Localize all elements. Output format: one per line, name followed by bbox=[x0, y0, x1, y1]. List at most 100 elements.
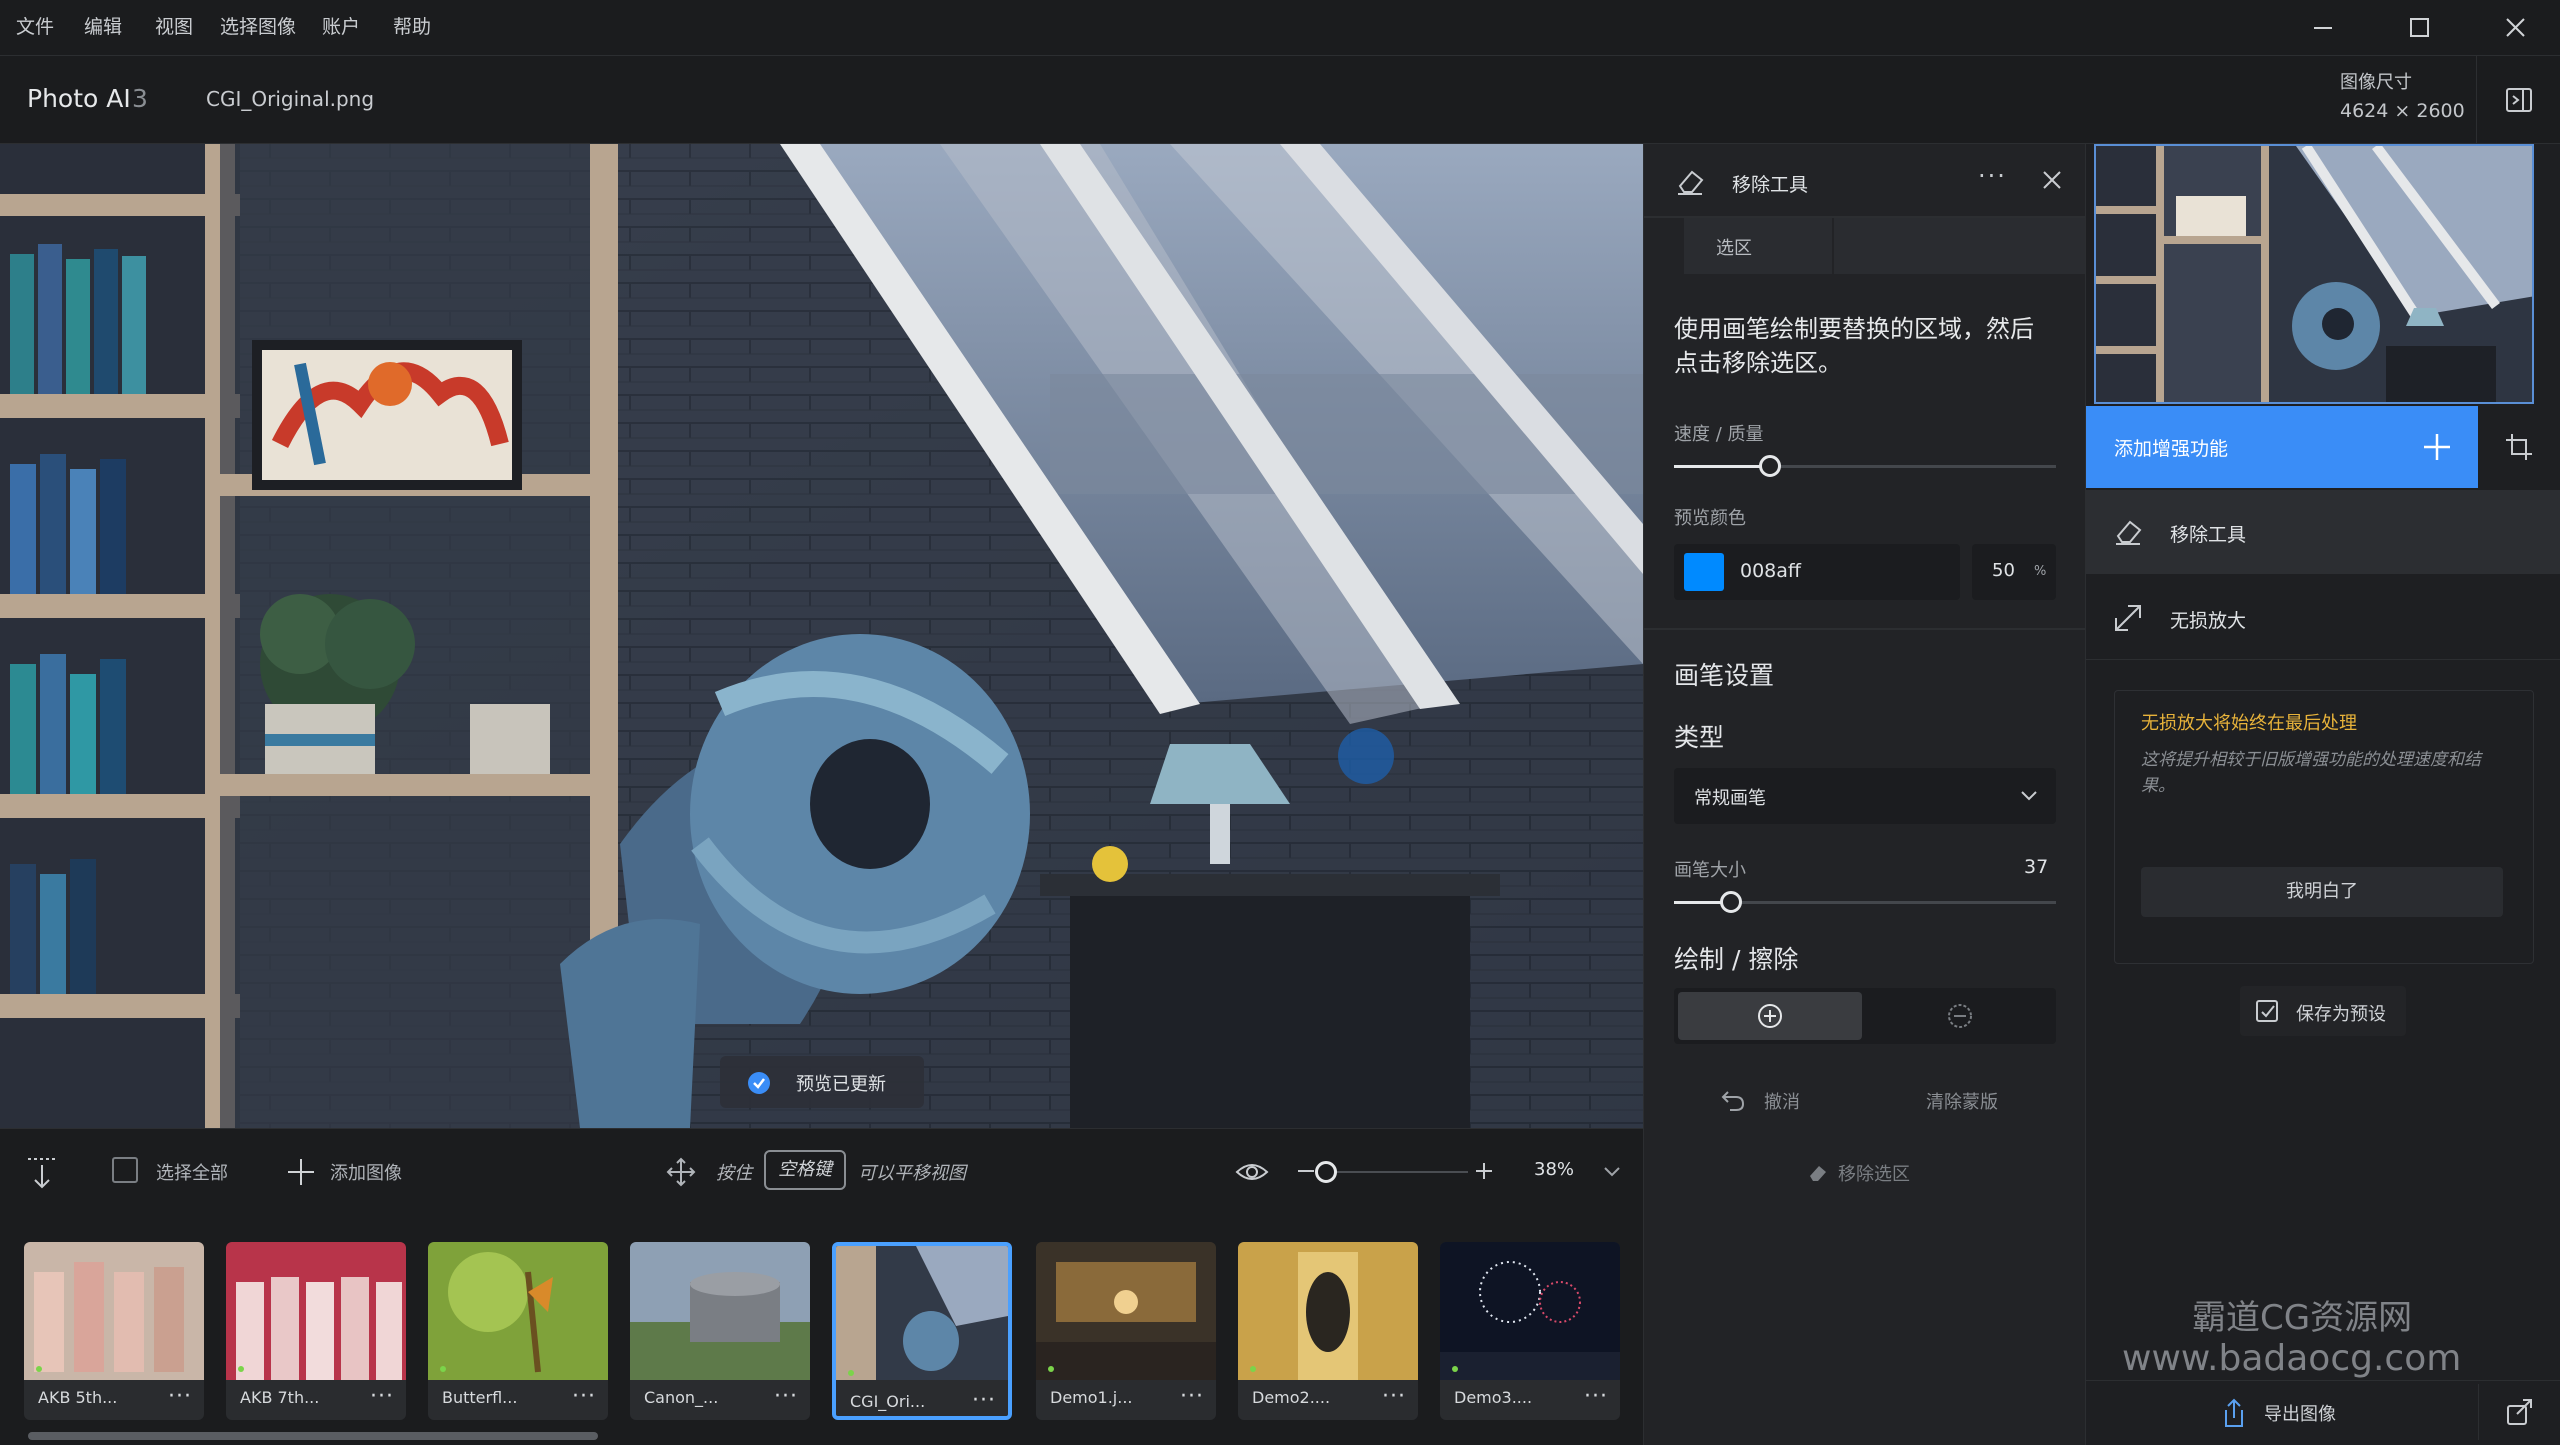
crop-button[interactable] bbox=[2478, 406, 2560, 488]
pan-move-icon bbox=[666, 1157, 696, 1187]
tab-selection[interactable]: 选区 bbox=[1684, 218, 1832, 274]
thumbnail-image bbox=[226, 1242, 406, 1380]
undo-button[interactable]: 撤消 bbox=[1720, 1080, 1840, 1120]
more-options-icon[interactable]: ··· bbox=[1382, 1384, 1406, 1409]
close-window-button[interactable] bbox=[2495, 8, 2535, 48]
share-export-icon bbox=[2225, 1398, 2243, 1427]
image-canvas[interactable]: 预览已更新 bbox=[0, 144, 1643, 1128]
panel-close-button[interactable] bbox=[2040, 168, 2064, 192]
remove-selection-button[interactable]: 移除选区 bbox=[1806, 1152, 1936, 1192]
draw-mode-button[interactable] bbox=[1678, 992, 1862, 1040]
brush-size-handle[interactable] bbox=[1720, 891, 1743, 913]
export-image-button[interactable]: 导出图像 bbox=[2220, 1384, 2420, 1440]
spacebar-key-hint: 空格键 bbox=[764, 1150, 846, 1190]
enhancements-panel: 添加增强功能 移除工具 无损放大 无损放大将始终在最后处理 这将提升相较于旧版增… bbox=[2085, 144, 2560, 1445]
eraser-icon bbox=[1678, 170, 1704, 195]
divider bbox=[1644, 628, 2086, 630]
opacity-value[interactable]: 50 bbox=[1992, 560, 2015, 581]
menu-view[interactable]: 视图 bbox=[155, 12, 193, 39]
clear-mask-button[interactable]: 清除蒙版 bbox=[1926, 1088, 1998, 1114]
more-options-icon[interactable]: ··· bbox=[1180, 1384, 1204, 1409]
menu-select-image[interactable]: 选择图像 bbox=[220, 12, 296, 39]
more-options-icon[interactable]: ··· bbox=[168, 1384, 192, 1409]
thumbnail[interactable]: AKB 5th... ··· bbox=[24, 1242, 204, 1420]
image-size-value: 4624 × 2600 bbox=[2340, 100, 2465, 122]
opacity-unit: % bbox=[2034, 564, 2047, 579]
navigator-preview[interactable] bbox=[2094, 144, 2534, 404]
got-it-label: 我明白了 bbox=[2286, 881, 2358, 902]
zoom-level[interactable]: 38% bbox=[1534, 1159, 1574, 1180]
eye-icon bbox=[1235, 1164, 1269, 1180]
preview-color-field[interactable]: 008aff bbox=[1674, 544, 1960, 600]
menu-file[interactable]: 文件 bbox=[16, 12, 54, 39]
select-all-checkbox[interactable] bbox=[112, 1157, 138, 1183]
draw-erase-toggle bbox=[1674, 988, 2056, 1044]
more-options-icon[interactable]: ··· bbox=[572, 1384, 596, 1409]
brush-size-label: 画笔大小 bbox=[1674, 860, 1746, 881]
more-options-icon[interactable]: ··· bbox=[774, 1384, 798, 1409]
preview-updated-toast: 预览已更新 bbox=[720, 1056, 924, 1108]
color-swatch[interactable] bbox=[1684, 553, 1724, 591]
thumbnail-image bbox=[24, 1242, 204, 1380]
undo-icon bbox=[1721, 1091, 1745, 1111]
add-image-label[interactable]: 添加图像 bbox=[330, 1159, 402, 1185]
expand-arrow-icon bbox=[2115, 605, 2141, 631]
zoom-dropdown-button[interactable] bbox=[1600, 1161, 1624, 1181]
plus-icon bbox=[2424, 434, 2450, 460]
toggle-side-panel-button[interactable] bbox=[2476, 56, 2560, 144]
maximize-button[interactable] bbox=[2399, 8, 2439, 48]
menu-help[interactable]: 帮助 bbox=[393, 12, 431, 39]
enhancement-item-remove[interactable]: 移除工具 bbox=[2086, 490, 2560, 574]
more-options-icon[interactable]: ··· bbox=[370, 1384, 394, 1409]
menu-edit[interactable]: 编辑 bbox=[84, 12, 122, 39]
check-icon bbox=[748, 1072, 770, 1094]
crop-icon bbox=[2506, 434, 2532, 460]
draw-erase-heading: 绘制 / 擦除 bbox=[1674, 945, 1799, 974]
color-hex-value[interactable]: 008aff bbox=[1740, 560, 1801, 582]
status-dot bbox=[848, 1370, 854, 1376]
more-options-icon[interactable]: ··· bbox=[1584, 1384, 1608, 1409]
close-icon bbox=[2506, 18, 2525, 37]
toast-text: 预览已更新 bbox=[796, 1074, 886, 1095]
thumbnail-name: AKB 5th... bbox=[38, 1388, 118, 1407]
thumbnail[interactable]: Butterfl... ··· bbox=[428, 1242, 608, 1420]
add-image-button[interactable] bbox=[288, 1159, 314, 1185]
zoom-slider-handle[interactable] bbox=[1314, 1161, 1337, 1183]
thumbnail[interactable]: Demo3.... ··· bbox=[1440, 1242, 1620, 1420]
speed-quality-handle[interactable] bbox=[1758, 455, 1781, 477]
brush-settings-heading: 画笔设置 bbox=[1674, 661, 1775, 690]
import-button[interactable] bbox=[22, 1153, 62, 1193]
save-preset-button[interactable]: 保存为预设 bbox=[2240, 986, 2406, 1036]
status-dot bbox=[238, 1366, 244, 1372]
enhancement-item-upscale[interactable]: 无损放大 bbox=[2086, 576, 2560, 660]
thumbnail[interactable]: Demo2.... ··· bbox=[1238, 1242, 1418, 1420]
divider bbox=[2086, 1380, 2560, 1381]
erase-mode-button[interactable] bbox=[1866, 992, 2052, 1040]
add-enhancement-button[interactable]: 添加增强功能 bbox=[2086, 406, 2478, 488]
download-arrow-icon bbox=[28, 1158, 56, 1189]
opacity-field[interactable]: 50 % bbox=[1972, 544, 2056, 600]
thumbnail-selected[interactable]: CGI_Ori... ··· bbox=[832, 1242, 1012, 1420]
zoom-out-button[interactable] bbox=[1296, 1161, 1316, 1181]
more-options-icon[interactable]: ··· bbox=[972, 1388, 996, 1413]
tab-selection-label: 选区 bbox=[1716, 238, 1752, 259]
filmstrip-scrollbar[interactable] bbox=[28, 1432, 598, 1440]
menu-account[interactable]: 账户 bbox=[322, 12, 360, 39]
zoom-slider-track[interactable] bbox=[1318, 1171, 1468, 1173]
preview-color-label: 预览颜色 bbox=[1674, 508, 1746, 529]
minimize-button[interactable] bbox=[2303, 8, 2343, 48]
file-name: CGI_Original.png bbox=[206, 87, 375, 111]
chevron-down-icon bbox=[2021, 791, 2037, 801]
brush-type-select[interactable]: 常规画笔 bbox=[1674, 768, 2056, 824]
thumbnail[interactable]: AKB 7th... ··· bbox=[226, 1242, 406, 1420]
notice-title: 无损放大将始终在最后处理 bbox=[2141, 713, 2357, 734]
select-all-label[interactable]: 选择全部 bbox=[156, 1159, 228, 1185]
panel-more-icon[interactable]: ··· bbox=[1978, 162, 2007, 190]
got-it-button[interactable]: 我明白了 bbox=[2141, 867, 2503, 917]
thumbnail[interactable]: Canon_... ··· bbox=[630, 1242, 810, 1420]
zoom-in-button[interactable] bbox=[1474, 1161, 1494, 1181]
export-settings-button[interactable] bbox=[2478, 1384, 2560, 1440]
maximize-icon bbox=[2410, 18, 2429, 37]
thumbnail[interactable]: Demo1.j... ··· bbox=[1036, 1242, 1216, 1420]
compare-eye-button[interactable] bbox=[1234, 1155, 1270, 1189]
